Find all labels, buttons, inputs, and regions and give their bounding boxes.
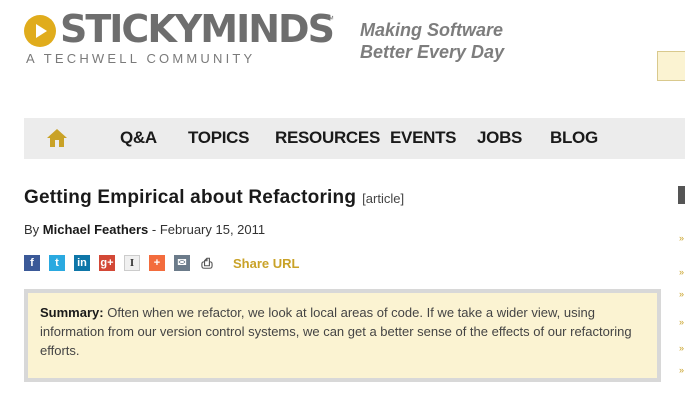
site-header: STICKYMINDS ™ A TECHWELL COMMUNITY Makin…	[0, 0, 685, 118]
byline: By Michael Feathers - February 15, 2011	[24, 222, 265, 237]
main-nav: Q&A TOPICS RESOURCES EVENTS JOBS BLOG	[24, 118, 685, 159]
right-sidebar-edge: » » » » » »	[678, 186, 685, 400]
sidebar-bullet-icon: »	[679, 318, 685, 327]
article-heading: Getting Empirical about Refactoring [arti…	[24, 187, 404, 209]
nav-item-events[interactable]: EVENTS	[390, 118, 457, 159]
sidebar-header-bar	[678, 186, 685, 204]
logo-play-icon[interactable]	[24, 15, 56, 47]
sidebar-bullet-icon: »	[679, 366, 685, 375]
nav-item-blog[interactable]: BLOG	[550, 118, 598, 159]
sidebar-bullet-icon: »	[679, 234, 685, 243]
by-label: By	[24, 222, 40, 237]
summary-label: Summary:	[40, 305, 104, 320]
article-summary: Summary: Often when we refactor, we look…	[24, 289, 661, 382]
nav-item-resources[interactable]: RESOURCES	[275, 118, 380, 159]
publish-date: - February 15, 2011	[151, 222, 266, 237]
search-input[interactable]	[657, 51, 685, 81]
facebook-icon[interactable]: f	[24, 255, 40, 271]
nav-item-qa[interactable]: Q&A	[120, 118, 157, 159]
author-link[interactable]: Michael Feathers	[43, 222, 149, 237]
email-icon[interactable]: ✉	[174, 255, 190, 271]
article-type-tag: [article]	[362, 191, 405, 206]
twitter-icon[interactable]: t	[49, 255, 65, 271]
trademark: ™	[325, 14, 334, 24]
tagline-line1: Making Software	[360, 20, 504, 40]
googleplus-icon[interactable]: g+	[99, 255, 115, 271]
sidebar-bullet-icon: »	[679, 268, 685, 277]
site-logo[interactable]: STICKYMINDS	[60, 7, 335, 51]
nav-item-jobs[interactable]: JOBS	[477, 118, 522, 159]
linkedin-icon[interactable]: in	[74, 255, 90, 271]
article-title: Getting Empirical about Refactoring	[24, 187, 357, 208]
logo-subtitle: A TECHWELL COMMUNITY	[26, 51, 256, 66]
share-url-link[interactable]: Share URL	[233, 256, 299, 271]
print-icon[interactable]: ⎙	[199, 255, 215, 271]
tagline-line2: Better Every Day	[360, 42, 505, 62]
sidebar-bullet-icon: »	[679, 344, 685, 353]
home-icon[interactable]	[46, 128, 68, 148]
sidebar-bullet-icon: »	[679, 290, 685, 299]
addthis-icon[interactable]: +	[149, 255, 165, 271]
nav-item-topics[interactable]: TOPICS	[188, 118, 249, 159]
summary-text: Often when we refactor, we look at local…	[40, 305, 632, 358]
instapaper-icon[interactable]: I	[124, 255, 140, 271]
